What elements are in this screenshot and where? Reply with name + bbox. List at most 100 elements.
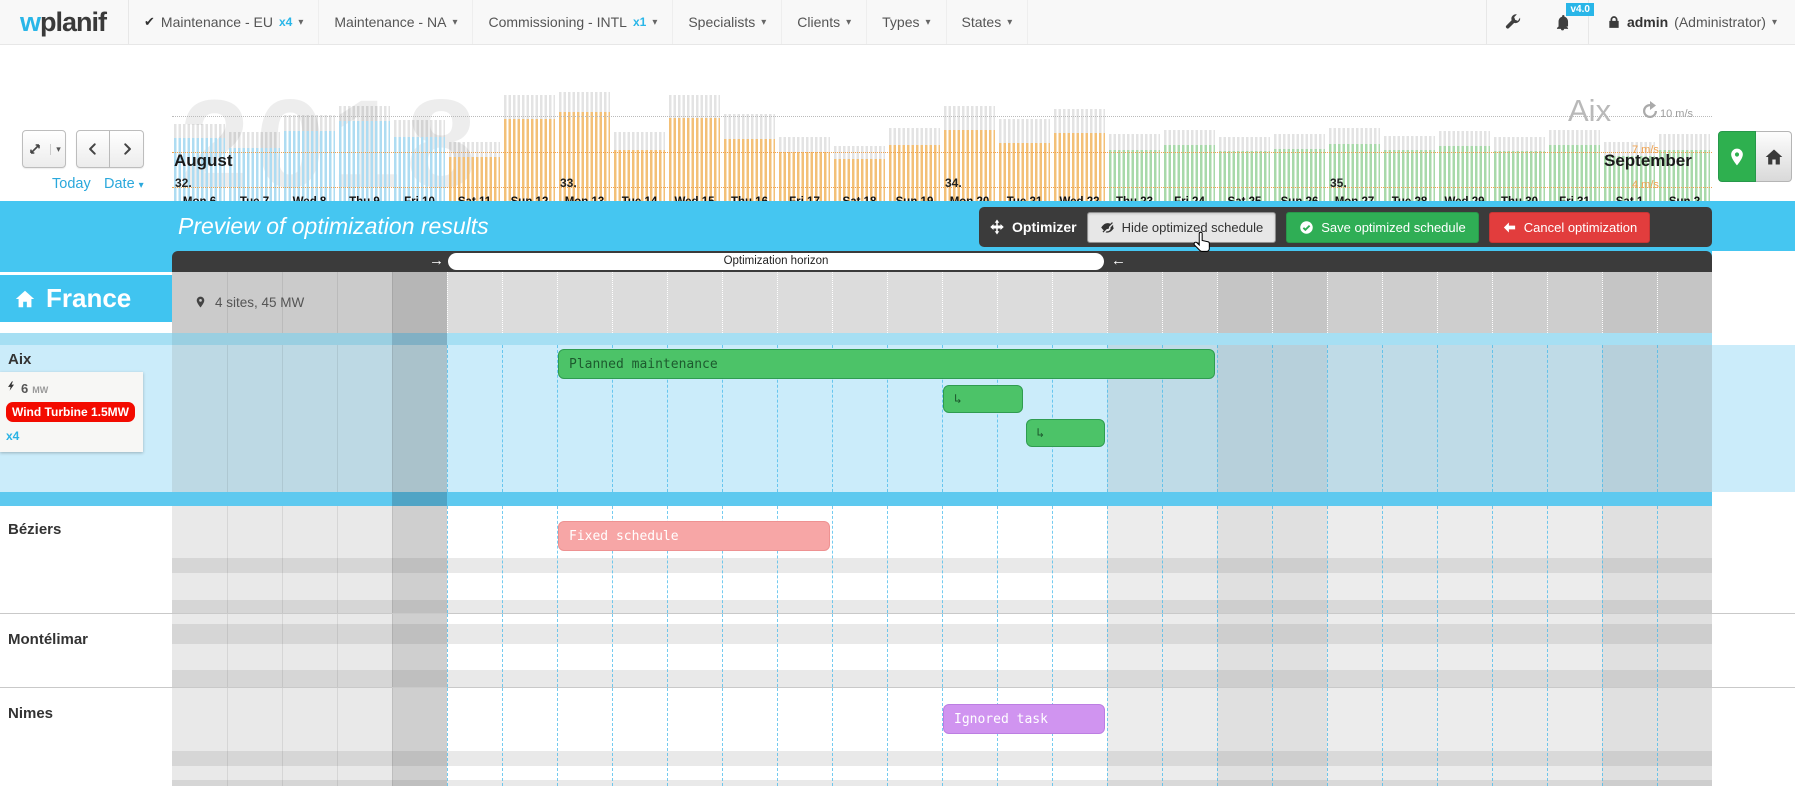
arrow-right-icon: → <box>429 251 444 271</box>
zoom-range-button[interactable]: ▾ <box>22 130 66 168</box>
notifications-button[interactable]: v4.0 <box>1537 0 1588 45</box>
week-number: 35. <box>1330 176 1347 190</box>
chevron-right-icon <box>120 141 134 157</box>
nav-menu-commissioning-intl[interactable]: Commissioning - INTLx1▾ <box>473 0 673 44</box>
current-day-column <box>392 688 447 786</box>
sub-task-bar[interactable]: ↳ <box>943 385 1023 413</box>
day-gridline <box>1327 345 1328 492</box>
today-link[interactable]: Today <box>52 176 91 192</box>
day-gridline <box>227 345 228 492</box>
cancel-optimization-button[interactable]: Cancel optimization <box>1489 212 1650 243</box>
chevron-down-icon: ▾ <box>50 144 61 155</box>
day-gridline <box>1272 345 1273 492</box>
optimization-horizon-pill[interactable]: Optimization horizon <box>448 253 1104 270</box>
map-pin-button[interactable] <box>1718 131 1756 182</box>
day-gridline <box>997 614 998 687</box>
day-gridline <box>1327 688 1328 786</box>
save-optimized-schedule-button[interactable]: Save optimized schedule <box>1286 212 1479 243</box>
day-gridline <box>557 614 558 687</box>
day-gridline <box>612 272 613 333</box>
day-gridline <box>447 688 448 786</box>
nav-menu-label: Commissioning - INTL <box>488 14 626 30</box>
day-gridline <box>722 272 723 333</box>
day-gridline <box>1327 614 1328 687</box>
eye-off-icon <box>1100 220 1115 235</box>
nav-menu-clients[interactable]: Clients▾ <box>782 0 867 44</box>
turbine-type-badge[interactable]: Wind Turbine 1.5MW <box>6 402 135 422</box>
chevron-down-icon: ▾ <box>925 17 930 28</box>
planned-maintenance-bar[interactable]: Planned maintenance <box>558 349 1215 379</box>
day-gridline <box>1272 688 1273 786</box>
nav-menu-types[interactable]: Types▾ <box>867 0 946 44</box>
day-gridline <box>1162 272 1163 333</box>
optimizer-label: Optimizer <box>989 219 1077 235</box>
fixed-schedule-bar[interactable]: Fixed schedule <box>558 521 830 551</box>
day-gridline <box>557 272 558 333</box>
nav-menus: ✔Maintenance - EUx4▾Maintenance - NA▾Com… <box>129 0 1028 44</box>
date-link[interactable]: Date ▾ <box>104 176 144 192</box>
chevron-down-icon: ▾ <box>298 17 303 28</box>
next-button[interactable] <box>110 130 144 168</box>
banner-title: Preview of optimization results <box>178 213 489 240</box>
day-gridline <box>942 272 943 333</box>
day-gridline <box>1272 506 1273 613</box>
wind-avg-bar <box>229 148 280 202</box>
site-power: 6MW <box>6 379 137 396</box>
refresh-icon[interactable] <box>1638 99 1662 128</box>
region-summary-text: 4 sites, 45 MW <box>215 295 304 310</box>
day-gridline <box>1657 614 1658 687</box>
day-gridline <box>1217 506 1218 613</box>
wind-avg-bar <box>889 145 940 201</box>
section-divider-band <box>0 333 1712 345</box>
nav-menu-maintenance-na[interactable]: Maintenance - NA▾ <box>319 0 473 44</box>
wind-avg-bar <box>944 130 995 201</box>
sub-task-bar[interactable]: ↳ <box>1026 419 1106 447</box>
day-gridline <box>1657 345 1658 492</box>
app-logo[interactable]: wplanif <box>0 0 129 44</box>
day-gridline <box>447 272 448 333</box>
button-label: Hide optimized schedule <box>1122 220 1264 235</box>
region-header[interactable]: France <box>0 275 172 322</box>
home-icon <box>14 288 36 310</box>
home-button[interactable] <box>1756 131 1792 182</box>
chevron-down-icon: ▾ <box>761 17 766 28</box>
user-menu[interactable]: admin (Administrator) ▾ <box>1589 14 1795 30</box>
day-gridline <box>832 272 833 333</box>
nav-menu-maintenance-eu[interactable]: ✔Maintenance - EUx4▾ <box>129 0 319 44</box>
wind-avg-bar <box>1549 145 1600 201</box>
nav-menu-specialists[interactable]: Specialists▾ <box>673 0 782 44</box>
day-gridline <box>1272 614 1273 687</box>
day-gridline <box>392 614 393 687</box>
day-gridline <box>392 345 393 492</box>
button-label: Cancel optimization <box>1524 220 1637 235</box>
region-row: France 4 sites, 45 MW <box>0 272 1795 333</box>
gantt-area: Aix6MWWind Turbine 1.5MWx4Planned mainte… <box>0 345 1795 786</box>
day-gridline <box>392 272 393 333</box>
wind-gridline-4 <box>172 187 1712 188</box>
nav-menu-states[interactable]: States▾ <box>947 0 1029 44</box>
chevron-down-icon: ▾ <box>1772 17 1777 28</box>
nav-menu-label: Maintenance - EU <box>161 14 273 30</box>
day-gridline <box>1547 614 1548 687</box>
day-gridline <box>942 688 943 786</box>
bolt-icon <box>6 379 17 393</box>
chevron-down-icon: ▾ <box>139 180 144 191</box>
wind-avg-bar <box>1054 133 1105 201</box>
wind-axis-label: 4 m/s <box>1632 179 1659 191</box>
day-gridline <box>997 506 998 613</box>
day-gridline <box>777 688 778 786</box>
wind-avg-bar <box>1494 151 1545 201</box>
current-day-column <box>392 345 447 492</box>
prev-button[interactable] <box>76 130 110 168</box>
current-day-column <box>392 614 447 687</box>
wind-avg-bar <box>449 157 500 201</box>
day-gridline <box>337 506 338 613</box>
settings-wrench-button[interactable] <box>1487 0 1537 45</box>
day-gridline <box>1107 272 1108 333</box>
day-gridline <box>1602 506 1603 613</box>
horizon-row: → Optimization horizon ← <box>0 251 1795 272</box>
hide-optimized-schedule-button[interactable]: Hide optimized schedule <box>1087 212 1277 243</box>
day-gridline <box>832 506 833 613</box>
ignored-task-bar[interactable]: Ignored task <box>943 704 1105 734</box>
wrench-icon <box>1503 13 1521 31</box>
